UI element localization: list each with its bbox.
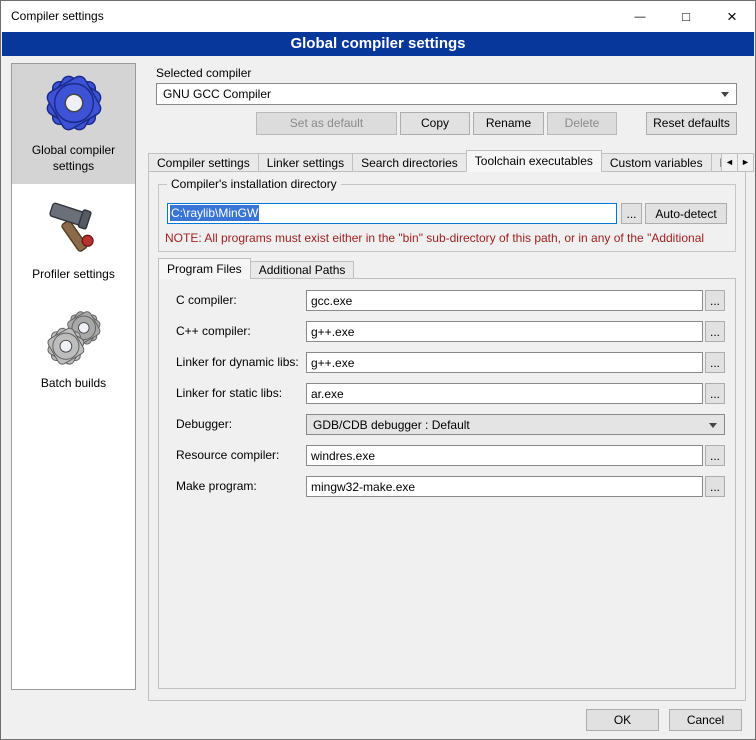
tab-additional-paths[interactable]: Additional Paths [250, 261, 355, 279]
static-linker-browse-button[interactable]: ... [705, 383, 725, 404]
static-linker-label: Linker for static libs: [176, 383, 282, 404]
copy-button[interactable]: Copy [400, 112, 470, 135]
sidebar-item-label: Profiler settings [15, 267, 132, 283]
tab-compiler-settings[interactable]: Compiler settings [148, 153, 259, 172]
set-as-default-button: Set as default [256, 112, 397, 135]
tab-search-directories[interactable]: Search directories [352, 153, 467, 172]
dynamic-linker-label: Linker for dynamic libs: [176, 352, 299, 373]
selected-compiler-label: Selected compiler [156, 66, 251, 80]
delete-button: Delete [547, 112, 617, 135]
static-linker-row: Linker for static libs: ... [158, 383, 736, 404]
gray-gears-icon [45, 309, 103, 367]
close-button[interactable]: × [709, 1, 755, 32]
compiler-select[interactable]: GNU GCC Compiler [156, 83, 737, 105]
make-program-label: Make program: [176, 476, 257, 497]
c-compiler-label: C compiler: [176, 290, 237, 311]
c-compiler-input[interactable] [306, 290, 703, 311]
maximize-icon: □ [682, 9, 690, 24]
auto-detect-button[interactable]: Auto-detect [645, 203, 727, 224]
installation-directory-group: Compiler's installation directory C:\ray… [158, 184, 736, 252]
cpp-compiler-label: C++ compiler: [176, 321, 251, 342]
dynamic-linker-input[interactable] [306, 352, 703, 373]
tab-custom-variables[interactable]: Custom variables [601, 153, 712, 172]
minimize-button[interactable]: — [617, 1, 663, 32]
cpp-compiler-browse-button[interactable]: ... [705, 321, 725, 342]
installation-directory-value: C:\raylib\MinGW [170, 205, 259, 221]
reset-defaults-button[interactable]: Reset defaults [646, 112, 737, 135]
maximize-button[interactable]: □ [663, 1, 709, 32]
static-linker-input[interactable] [306, 383, 703, 404]
cancel-button[interactable]: Cancel [669, 709, 742, 731]
sidebar-item-global-compiler-settings[interactable]: Global compiler settings [12, 64, 135, 184]
installation-directory-group-title: Compiler's installation directory [167, 177, 341, 191]
resource-compiler-input[interactable] [306, 445, 703, 466]
cpp-compiler-row: C++ compiler: ... [158, 321, 736, 342]
resource-compiler-label: Resource compiler: [176, 445, 279, 466]
make-program-input[interactable] [306, 476, 703, 497]
installation-directory-browse-button[interactable]: ... [621, 203, 642, 224]
c-compiler-browse-button[interactable]: ... [705, 290, 725, 311]
c-compiler-row: C compiler: ... [158, 290, 736, 311]
tab-linker-settings[interactable]: Linker settings [258, 153, 353, 172]
tab-scroll-left-icon[interactable]: ◄ [721, 153, 738, 172]
compiler-select-value: GNU GCC Compiler [163, 87, 271, 101]
chevron-down-icon [709, 423, 717, 428]
caption-buttons: — □ × [617, 1, 755, 32]
sidebar-item-profiler-settings[interactable]: Profiler settings [12, 192, 135, 293]
dynamic-linker-row: Linker for dynamic libs: ... [158, 352, 736, 373]
compiler-settings-window: Compiler settings — □ × Global compiler … [0, 0, 756, 740]
make-program-browse-button[interactable]: ... [705, 476, 725, 497]
tab-scrollers: ◄ ► [722, 153, 754, 172]
tab-scroll-right-icon[interactable]: ► [737, 153, 754, 172]
debugger-row: Debugger: GDB/CDB debugger : Default [158, 414, 736, 435]
title-bar: Compiler settings — □ × [1, 1, 755, 32]
tab-program-files[interactable]: Program Files [158, 258, 251, 279]
sidebar-item-label: Global compiler settings [15, 143, 132, 174]
window-title: Compiler settings [11, 9, 104, 23]
chevron-down-icon [721, 92, 729, 97]
page-title: Global compiler settings [2, 32, 754, 56]
installation-directory-input[interactable]: C:\raylib\MinGW [167, 203, 617, 224]
close-icon: × [727, 7, 737, 27]
sidebar-item-batch-builds[interactable]: Batch builds [12, 301, 135, 402]
debugger-label: Debugger: [176, 414, 232, 435]
profiler-hammer-icon [45, 200, 103, 258]
sidebar-item-label: Batch builds [15, 376, 132, 392]
tab-toolchain-executables[interactable]: Toolchain executables [466, 150, 602, 172]
blue-gear-icon [43, 72, 105, 134]
compiler-settings-tabs: Compiler settings Linker settings Search… [148, 150, 746, 172]
make-program-row: Make program: ... [158, 476, 736, 497]
settings-category-list: Global compiler settings Profiler settin… [11, 63, 136, 690]
minimize-icon: — [635, 11, 646, 23]
dynamic-linker-browse-button[interactable]: ... [705, 352, 725, 373]
rename-button[interactable]: Rename [473, 112, 544, 135]
debugger-select-value: GDB/CDB debugger : Default [313, 418, 470, 432]
resource-compiler-browse-button[interactable]: ... [705, 445, 725, 466]
ok-button[interactable]: OK [586, 709, 659, 731]
bin-subdirectory-note: NOTE: All programs must exist either in … [165, 231, 733, 245]
cpp-compiler-input[interactable] [306, 321, 703, 342]
program-files-tabs: Program Files Additional Paths [158, 258, 736, 279]
debugger-select[interactable]: GDB/CDB debugger : Default [306, 414, 725, 435]
resource-compiler-row: Resource compiler: ... [158, 445, 736, 466]
